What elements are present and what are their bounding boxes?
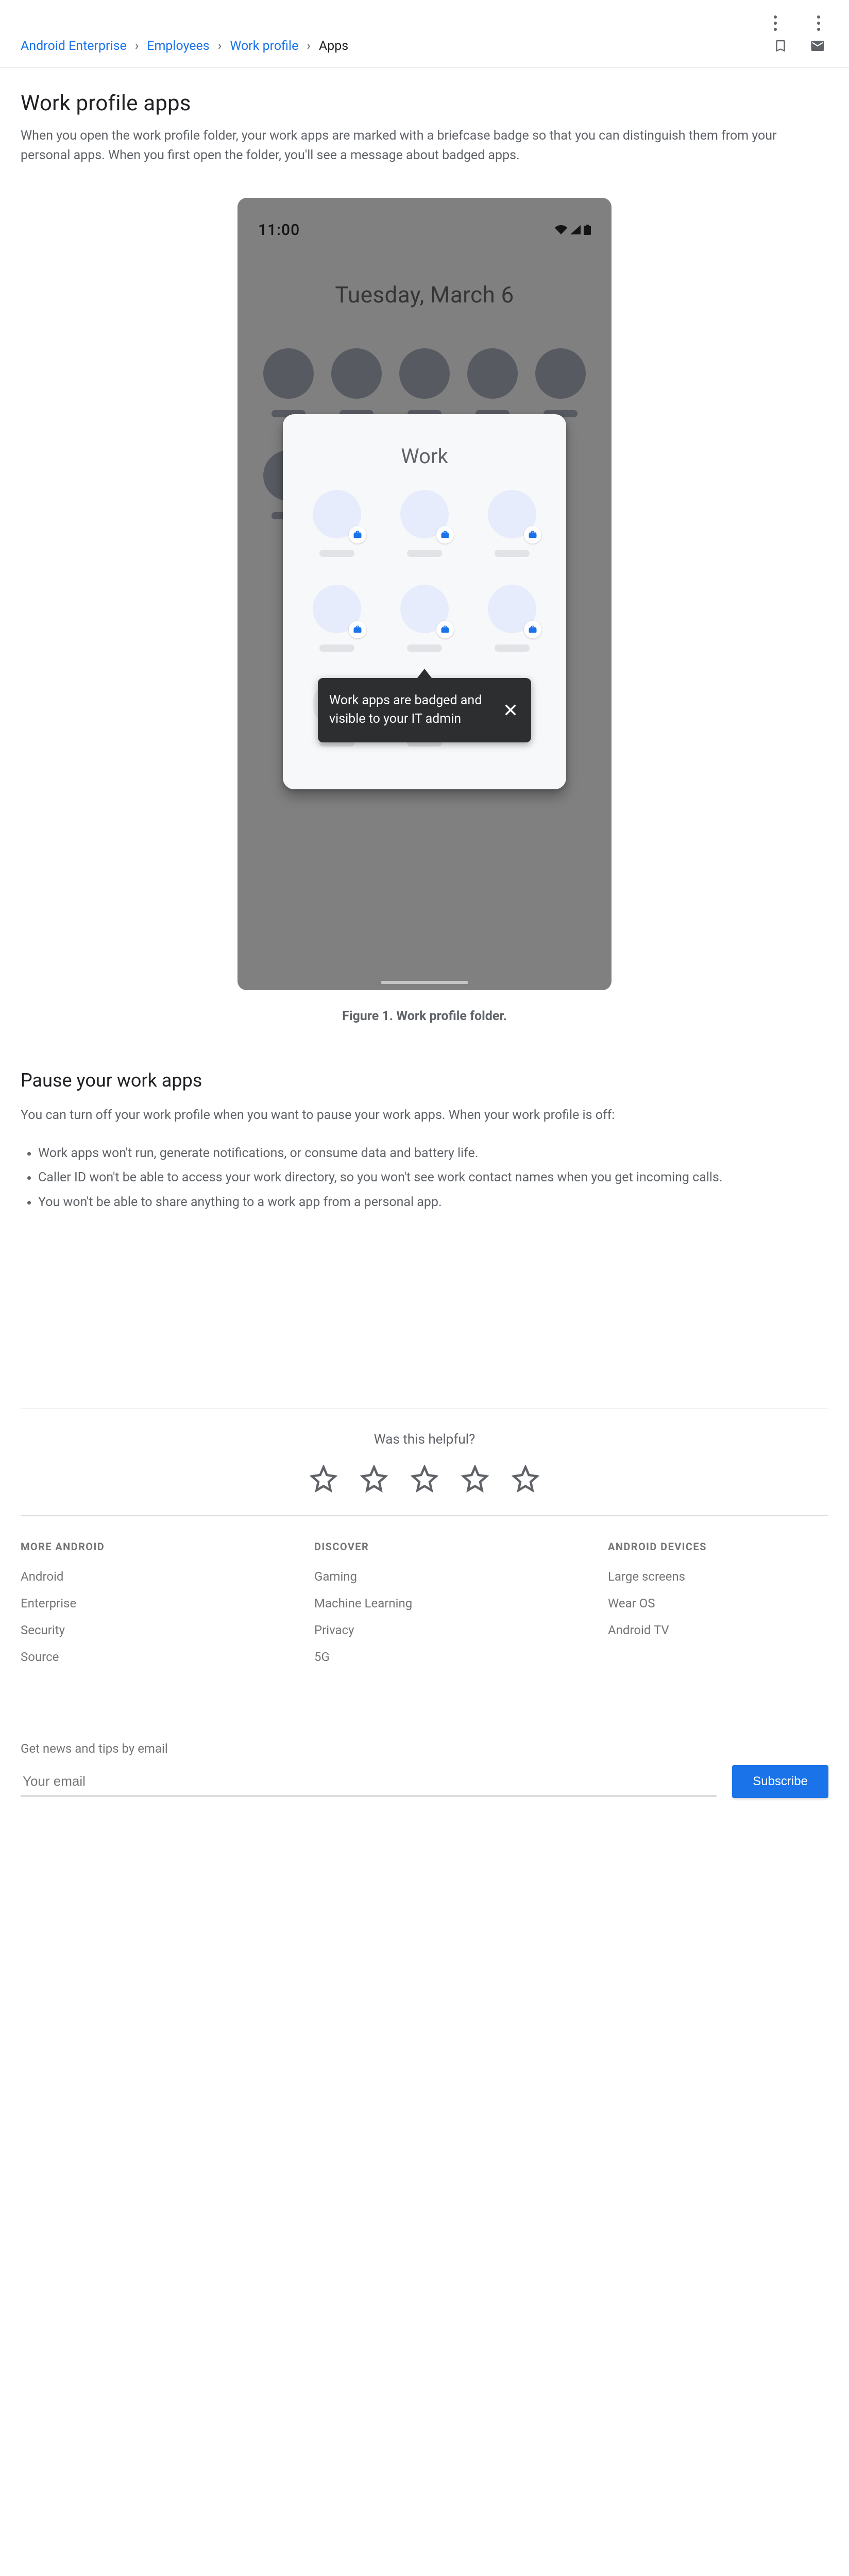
list-item: Work apps won't run, generate notificati… — [38, 1141, 828, 1166]
section-lead: You can turn off your work profile when … — [21, 1106, 824, 1126]
subscribe-button[interactable]: Subscribe — [732, 1765, 828, 1798]
briefcase-badge-icon — [524, 526, 541, 544]
work-app-item[interactable] — [400, 585, 449, 652]
footer-link[interactable]: Android — [21, 1563, 155, 1590]
briefcase-badge-icon — [524, 621, 541, 638]
chevron-right-icon: › — [307, 39, 311, 54]
briefcase-badge-icon — [436, 621, 454, 638]
section-heading: Pause your work apps — [21, 1070, 828, 1091]
footer-link[interactable]: Gaming — [314, 1563, 448, 1590]
breadcrumb-link[interactable]: Android Enterprise — [21, 39, 127, 54]
footer-link[interactable]: Machine Learning — [314, 1590, 448, 1617]
footer-link[interactable]: 5G — [314, 1643, 448, 1670]
breadcrumb-current: Apps — [319, 39, 348, 54]
star-button[interactable] — [461, 1465, 489, 1493]
footer-link[interactable]: Privacy — [314, 1617, 448, 1643]
work-app-item[interactable] — [313, 585, 361, 652]
footer-col-title: ANDROID DEVICES — [608, 1540, 742, 1553]
footer-link[interactable]: Wear OS — [608, 1590, 742, 1617]
chevron-right-icon: › — [135, 39, 139, 54]
work-app-item[interactable] — [400, 490, 449, 557]
site-footer: MORE ANDROID Android Enterprise Security… — [21, 1540, 828, 1798]
email-field[interactable] — [21, 1767, 717, 1797]
phone-mock: 11:00 Tuesday, March 6 Work — [237, 198, 612, 990]
footer-link[interactable]: Enterprise — [21, 1590, 155, 1617]
work-app-item[interactable] — [488, 490, 536, 557]
close-button[interactable] — [501, 701, 520, 719]
list-item: You won't be able to share anything to a… — [38, 1190, 828, 1215]
work-app-item[interactable] — [488, 585, 536, 652]
star-button[interactable] — [310, 1465, 337, 1493]
feature-list: Work apps won't run, generate notificati… — [21, 1141, 828, 1215]
page-title: Work profile apps — [21, 91, 819, 116]
briefcase-badge-icon — [436, 526, 454, 544]
footer-col-title: MORE ANDROID — [21, 1540, 155, 1553]
tooltip-text: Work apps are badged and visible to your… — [329, 691, 491, 729]
footer-link[interactable]: Android TV — [608, 1617, 742, 1643]
folder-title: Work — [298, 444, 551, 468]
subscribe-title: Get news and tips by email — [21, 1741, 828, 1756]
footer-link[interactable]: Large screens — [608, 1563, 742, 1590]
breadcrumb-link[interactable]: Employees — [147, 39, 209, 54]
briefcase-badge-icon — [349, 526, 366, 544]
tooltip: Work apps are badged and visible to your… — [318, 669, 531, 742]
bookmark-button[interactable] — [770, 35, 791, 57]
breadcrumb-link[interactable]: Work profile — [230, 39, 298, 54]
star-button[interactable] — [512, 1465, 539, 1493]
mail-button[interactable] — [807, 35, 828, 57]
kebab-menu-button[interactable] — [809, 13, 828, 33]
footer-link[interactable]: Security — [21, 1617, 155, 1643]
page-description: When you open the work profile folder, y… — [21, 126, 819, 165]
star-button[interactable] — [360, 1465, 388, 1493]
briefcase-badge-icon — [349, 621, 366, 638]
rating-stars — [21, 1465, 828, 1493]
star-button[interactable] — [411, 1465, 438, 1493]
footer-col-title: DISCOVER — [314, 1540, 448, 1553]
rating-question: Was this helpful? — [21, 1432, 828, 1447]
work-app-item[interactable] — [313, 490, 361, 557]
gesture-bar — [381, 981, 468, 984]
list-item: Caller ID won't be able to access your w… — [38, 1165, 828, 1190]
breadcrumb: Android Enterprise › Employees › Work pr… — [21, 35, 828, 57]
work-folder-modal: Work — [283, 414, 566, 789]
chevron-right-icon: › — [218, 39, 222, 54]
kebab-menu-button[interactable] — [766, 13, 785, 33]
figure-caption: Figure 1. Work profile folder. — [342, 1009, 507, 1024]
footer-link[interactable]: Source — [21, 1643, 155, 1670]
